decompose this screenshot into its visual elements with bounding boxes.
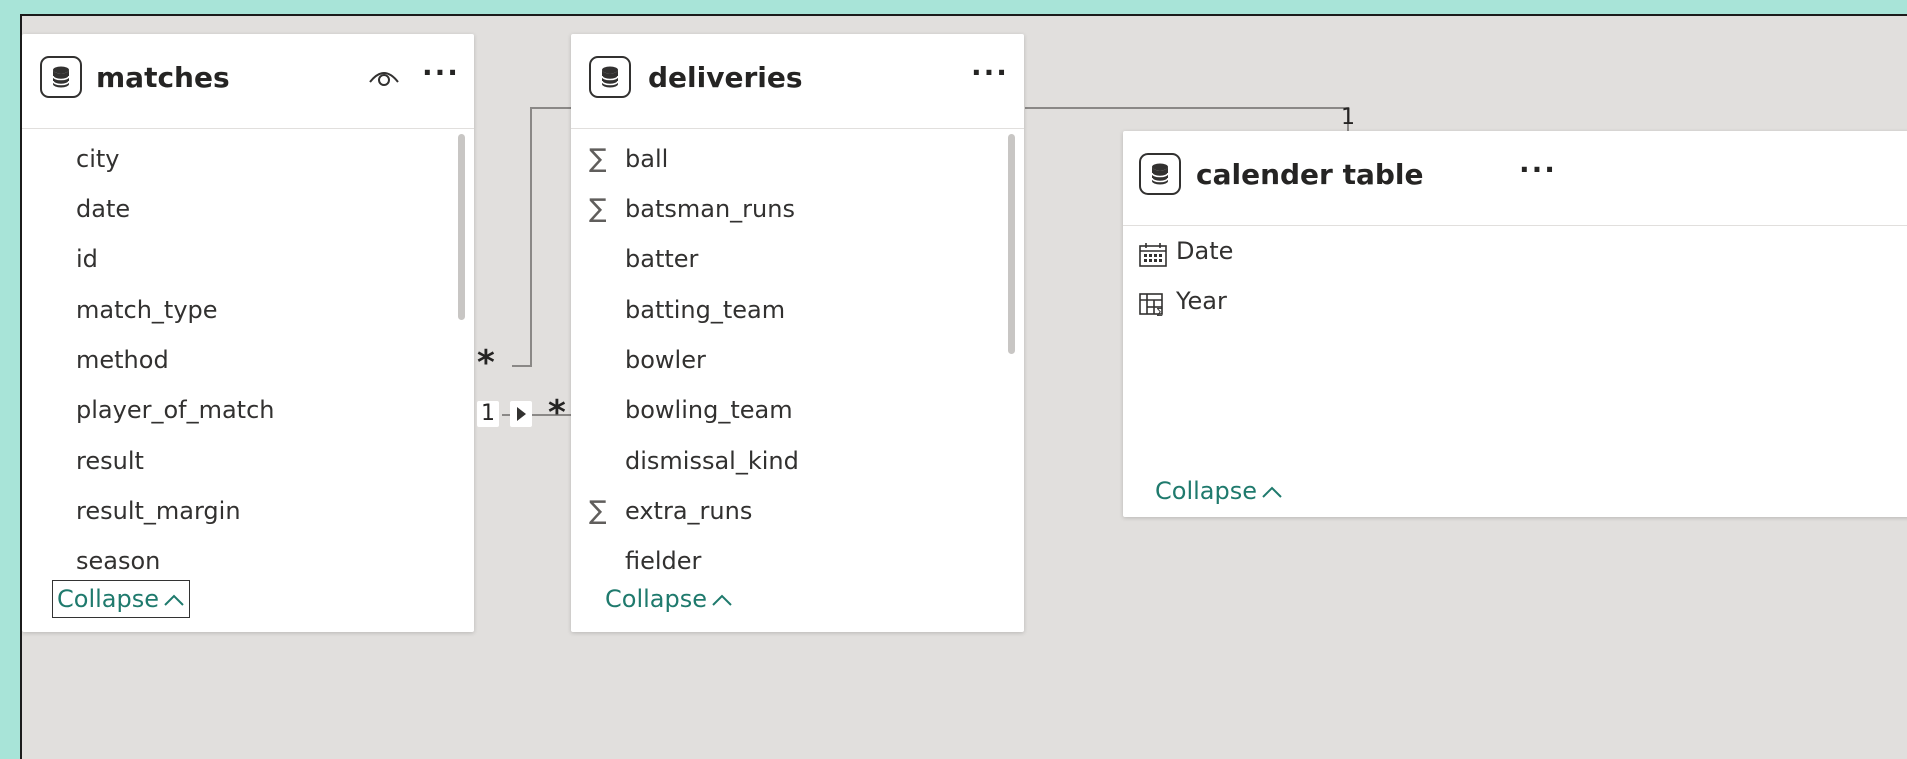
field-list[interactable]: Date Σ Year: [1123, 231, 1907, 411]
table-card-matches[interactable]: matches ··· city date id match_type meth…: [22, 34, 474, 632]
table-title: deliveries: [648, 61, 803, 94]
field-method[interactable]: method: [76, 340, 169, 380]
more-options-icon[interactable]: ···: [971, 59, 1009, 87]
field-date[interactable]: date: [76, 189, 130, 229]
field-list[interactable]: city date id match_type method player_of…: [22, 134, 474, 584]
calendar-icon: [1139, 239, 1167, 279]
collapse-button[interactable]: Collapse: [605, 581, 733, 617]
database-icon: [1139, 153, 1181, 195]
collapse-button[interactable]: Collapse: [1155, 473, 1283, 509]
field-list[interactable]: ∑ ball ∑ batsman_runs batter batting_team …: [571, 134, 1024, 584]
field-city[interactable]: city: [76, 139, 119, 179]
field-bowler[interactable]: bowler: [589, 340, 706, 380]
field-result-margin[interactable]: result_margin: [76, 491, 241, 531]
field-extra-runs[interactable]: ∑ extra_runs: [589, 491, 752, 531]
collapse-label: Collapse: [1155, 477, 1257, 505]
cardinality-one-marker: 1: [477, 401, 499, 427]
table-title: matches: [96, 61, 230, 94]
field-match-type[interactable]: match_type: [76, 290, 218, 330]
collapse-label: Collapse: [605, 585, 707, 613]
collapse-label: Collapse: [57, 585, 159, 613]
cardinality-one-calender-marker: 1: [1341, 105, 1355, 130]
cardinality-many-marker: *: [477, 343, 495, 383]
chevron-up-icon: [712, 594, 732, 606]
svg-text:Σ: Σ: [1156, 306, 1163, 317]
relationship-line-deliveries-calender-horizontal[interactable]: [1025, 107, 1349, 109]
relationship-line-matches-deliveries-vertical[interactable]: [530, 107, 532, 367]
field-batsman-runs[interactable]: ∑ batsman_runs: [589, 189, 795, 229]
table-header[interactable]: deliveries ···: [571, 34, 1024, 129]
relationship-line-matches-deliveries-stub[interactable]: [512, 365, 532, 367]
chevron-up-icon: [1262, 486, 1282, 498]
database-icon: [589, 56, 631, 98]
field-result[interactable]: result: [76, 441, 144, 481]
field-player-of-match[interactable]: player_of_match: [76, 390, 274, 430]
calculated-column-icon: Σ: [1139, 289, 1167, 329]
field-id[interactable]: id: [76, 239, 98, 279]
scrollbar[interactable]: [1008, 134, 1015, 354]
chevron-up-icon: [164, 594, 184, 606]
field-batter[interactable]: batter: [589, 239, 698, 279]
cross-filter-arrow-icon[interactable]: [510, 401, 532, 427]
sum-icon: ∑: [589, 144, 607, 174]
table-card-calender-table[interactable]: calender table ··· Date Σ Year Collapse: [1123, 131, 1907, 517]
field-ball[interactable]: ∑ ball: [589, 139, 668, 179]
cardinality-many-marker-right: *: [548, 393, 566, 433]
table-header[interactable]: matches ···: [22, 34, 474, 129]
field-fielder[interactable]: fielder: [589, 541, 701, 581]
table-card-deliveries[interactable]: deliveries ··· ∑ ball ∑ batsman_runs batte…: [571, 34, 1024, 632]
table-header[interactable]: calender table ···: [1123, 131, 1907, 226]
relationship-line-matches-deliveries-top[interactable]: [530, 107, 574, 109]
field-bowling-team[interactable]: bowling_team: [589, 390, 793, 430]
field-dismissal-kind[interactable]: dismissal_kind: [589, 441, 799, 481]
more-options-icon[interactable]: ···: [1519, 156, 1557, 184]
eye-icon[interactable]: [368, 64, 400, 92]
sum-icon: ∑: [589, 496, 607, 526]
model-canvas[interactable]: * 1 * 1 matches ··· city date id match_t…: [20, 14, 1907, 759]
database-icon: [40, 56, 82, 98]
field-season[interactable]: season: [76, 541, 160, 581]
more-options-icon[interactable]: ···: [422, 59, 460, 87]
field-year[interactable]: Σ Year: [1139, 281, 1227, 321]
field-date[interactable]: Date: [1139, 231, 1233, 271]
field-batting-team[interactable]: batting_team: [589, 290, 785, 330]
table-title: calender table: [1196, 158, 1424, 191]
scrollbar[interactable]: [458, 134, 465, 320]
collapse-button[interactable]: Collapse: [52, 580, 190, 618]
sum-icon: ∑: [589, 194, 607, 224]
